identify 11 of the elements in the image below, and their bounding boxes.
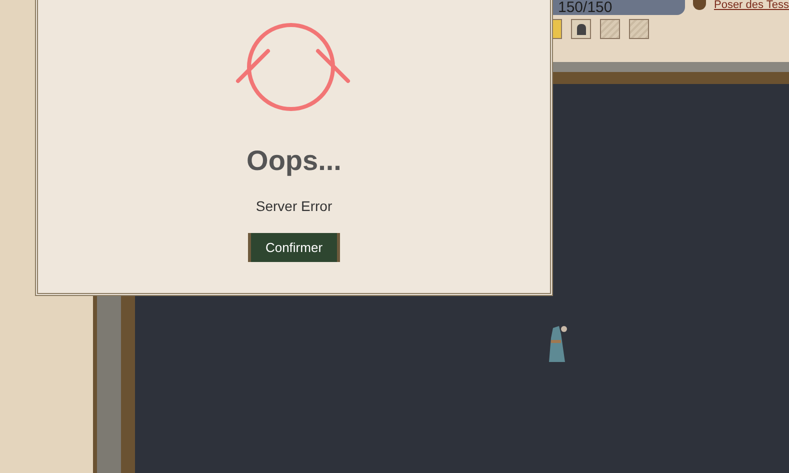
confirm-button[interactable]: Confirmer bbox=[248, 233, 340, 262]
error-icon bbox=[235, 23, 353, 111]
item-slot[interactable] bbox=[552, 19, 562, 39]
place-link[interactable]: Poser des Tess bbox=[714, 0, 789, 11]
dialog-title: Oops... bbox=[246, 144, 342, 178]
helmet-slot[interactable] bbox=[571, 19, 591, 39]
health-bar: 150/150 bbox=[550, 0, 685, 15]
empty-slot[interactable] bbox=[600, 19, 620, 39]
empty-slot[interactable] bbox=[629, 19, 649, 39]
avatar-icon bbox=[692, 0, 706, 10]
error-message: Server Error bbox=[256, 197, 332, 216]
